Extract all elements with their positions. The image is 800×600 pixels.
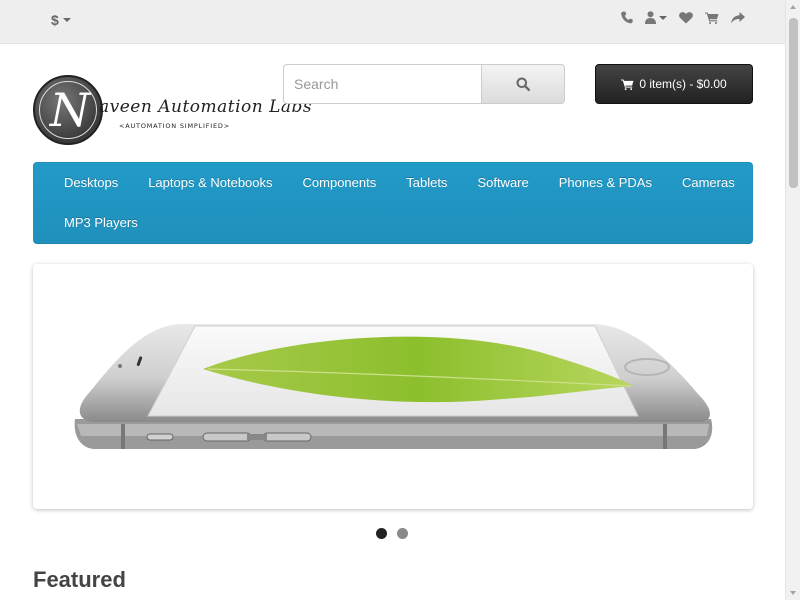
currency-symbol: $ — [51, 12, 59, 28]
menu-item-laptops-notebooks[interactable]: Laptops & Notebooks — [133, 163, 287, 203]
wishlist-link[interactable] — [679, 11, 693, 24]
chevron-down-icon — [659, 15, 667, 20]
slideshow-pagination — [376, 528, 408, 539]
search-icon — [516, 77, 530, 91]
scroll-thumb[interactable] — [789, 18, 798, 188]
logo-name: aveen Automation Labs — [99, 97, 313, 117]
user-icon — [645, 11, 656, 24]
phone-link[interactable] — [621, 11, 633, 24]
menu-item-tablets[interactable]: Tablets — [391, 163, 462, 203]
page-scrollbar[interactable] — [785, 0, 800, 600]
cart-button[interactable]: 0 item(s) - $0.00 — [595, 64, 753, 104]
search-bar — [283, 64, 565, 104]
currency-dropdown[interactable]: $ — [51, 12, 71, 28]
checkout-link[interactable] — [731, 11, 745, 24]
menu-item-phones-pdas[interactable]: Phones & PDAs — [544, 163, 667, 203]
logo-tagline: <AUTOMATION SIMPLIFIED> — [119, 122, 230, 130]
scroll-down-arrow-icon[interactable] — [790, 591, 796, 595]
main-menu: Desktops Laptops & Notebooks Components … — [33, 162, 753, 244]
slide-dot-2[interactable] — [397, 528, 408, 539]
menu-item-software[interactable]: Software — [462, 163, 543, 203]
menu-item-mp3-players[interactable]: MP3 Players — [49, 203, 153, 243]
site-logo[interactable]: N aveen Automation Labs <AUTOMATION SIMP… — [33, 75, 312, 149]
top-links — [621, 11, 745, 24]
top-bar: $ — [0, 0, 785, 44]
logo-badge: N — [33, 75, 103, 145]
phone-product-image — [74, 324, 713, 449]
account-dropdown[interactable] — [645, 11, 667, 24]
featured-heading: Featured — [33, 567, 126, 592]
slide-dot-1[interactable] — [376, 528, 387, 539]
shopping-cart-icon — [705, 12, 719, 24]
heart-icon — [679, 11, 693, 23]
menu-item-components[interactable]: Components — [288, 163, 392, 203]
search-input[interactable] — [283, 64, 481, 104]
slideshow-banner[interactable] — [33, 264, 753, 509]
share-icon — [731, 11, 745, 23]
scroll-up-arrow-icon[interactable] — [790, 5, 796, 9]
shopping-cart-link[interactable] — [705, 12, 719, 24]
menu-item-desktops[interactable]: Desktops — [49, 163, 133, 203]
search-button[interactable] — [481, 64, 565, 104]
menu-item-cameras[interactable]: Cameras — [667, 163, 750, 203]
shopping-cart-icon — [621, 78, 634, 90]
cart-total-label: 0 item(s) - $0.00 — [639, 77, 727, 91]
logo-letter: N — [49, 83, 91, 137]
phone-icon — [621, 11, 633, 24]
chevron-down-icon — [62, 18, 71, 22]
